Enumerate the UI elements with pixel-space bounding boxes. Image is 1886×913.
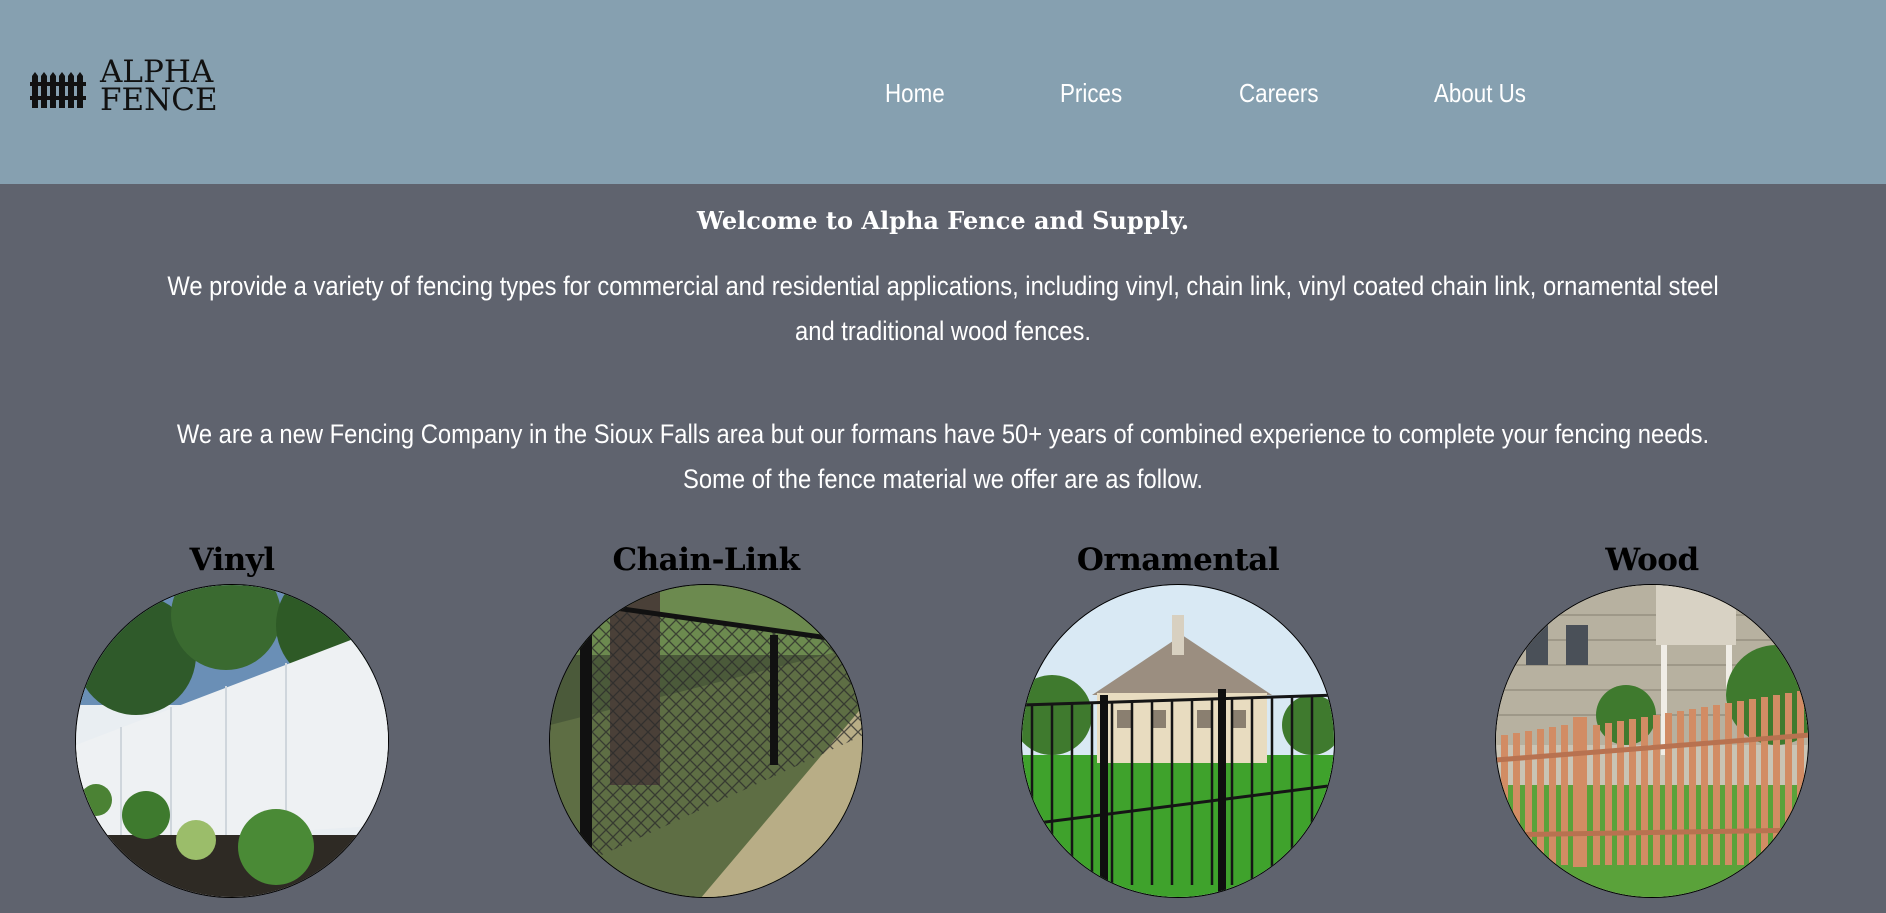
nav-careers[interactable]: Careers [1239, 78, 1319, 109]
fence-card-chain-link: Chain-Link [546, 540, 866, 898]
fence-card-title: Vinyl [189, 542, 275, 578]
fence-card-title: Ornamental [1076, 542, 1280, 578]
vinyl-fence-photo [75, 584, 389, 898]
intro-paragraph: We provide a variety of fencing types fo… [167, 271, 1719, 346]
site-header: ALPHA FENCE Home Prices Careers About Us [0, 0, 1886, 184]
fence-card-ornamental: Ornamental [1018, 540, 1338, 898]
main-nav: Home Prices Careers About Us [0, 78, 1886, 118]
fence-card-wood: Wood [1492, 540, 1812, 898]
fence-card-vinyl: Vinyl [72, 540, 392, 898]
main-content: Welcome to Alpha Fence and Supply. We pr… [0, 184, 1886, 913]
ornamental-fence-photo [1021, 584, 1335, 898]
fence-card-title: Chain-Link [612, 542, 800, 578]
wood-fence-photo [1495, 584, 1809, 898]
nav-prices[interactable]: Prices [1060, 78, 1122, 109]
welcome-heading: Welcome to Alpha Fence and Supply. [696, 206, 1190, 235]
nav-home[interactable]: Home [885, 78, 945, 109]
nav-about-us[interactable]: About Us [1434, 78, 1526, 109]
chain-link-fence-photo [549, 584, 863, 898]
fence-card-title: Wood [1605, 542, 1699, 578]
about-paragraph: We are a new Fencing Company in the Siou… [176, 419, 1710, 494]
